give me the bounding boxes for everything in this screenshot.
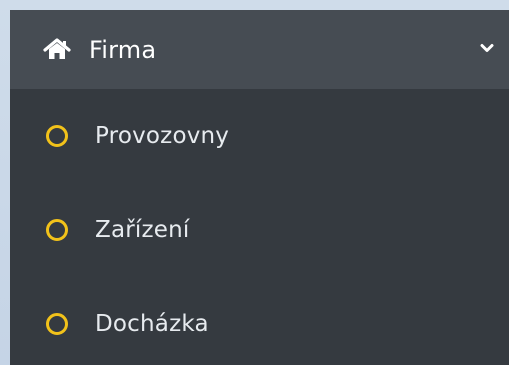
circle-outline-icon [46, 313, 68, 335]
sidebar-item-label: Provozovny [95, 123, 230, 149]
sidebar-group-firma[interactable]: Firma [10, 10, 509, 89]
sidebar-item-dochazka[interactable]: Docházka [10, 277, 509, 365]
sidebar-group-label: Firma [89, 35, 157, 64]
home-icon [42, 37, 72, 61]
sidebar-item-label: Zařízení [95, 217, 190, 243]
sidebar-item-label: Docházka [95, 311, 209, 337]
sidebar-menu: Firma Provozovny Zařízení Docházka [10, 10, 509, 365]
app-page: Firma Provozovny Zařízení Docházka [0, 0, 509, 365]
circle-outline-icon [46, 219, 68, 241]
chevron-down-icon[interactable] [480, 41, 494, 55]
sidebar-submenu: Provozovny Zařízení Docházka [10, 89, 509, 365]
circle-outline-icon [46, 125, 68, 147]
sidebar-item-zarizeni[interactable]: Zařízení [10, 183, 509, 277]
sidebar-item-provozovny[interactable]: Provozovny [10, 89, 509, 183]
